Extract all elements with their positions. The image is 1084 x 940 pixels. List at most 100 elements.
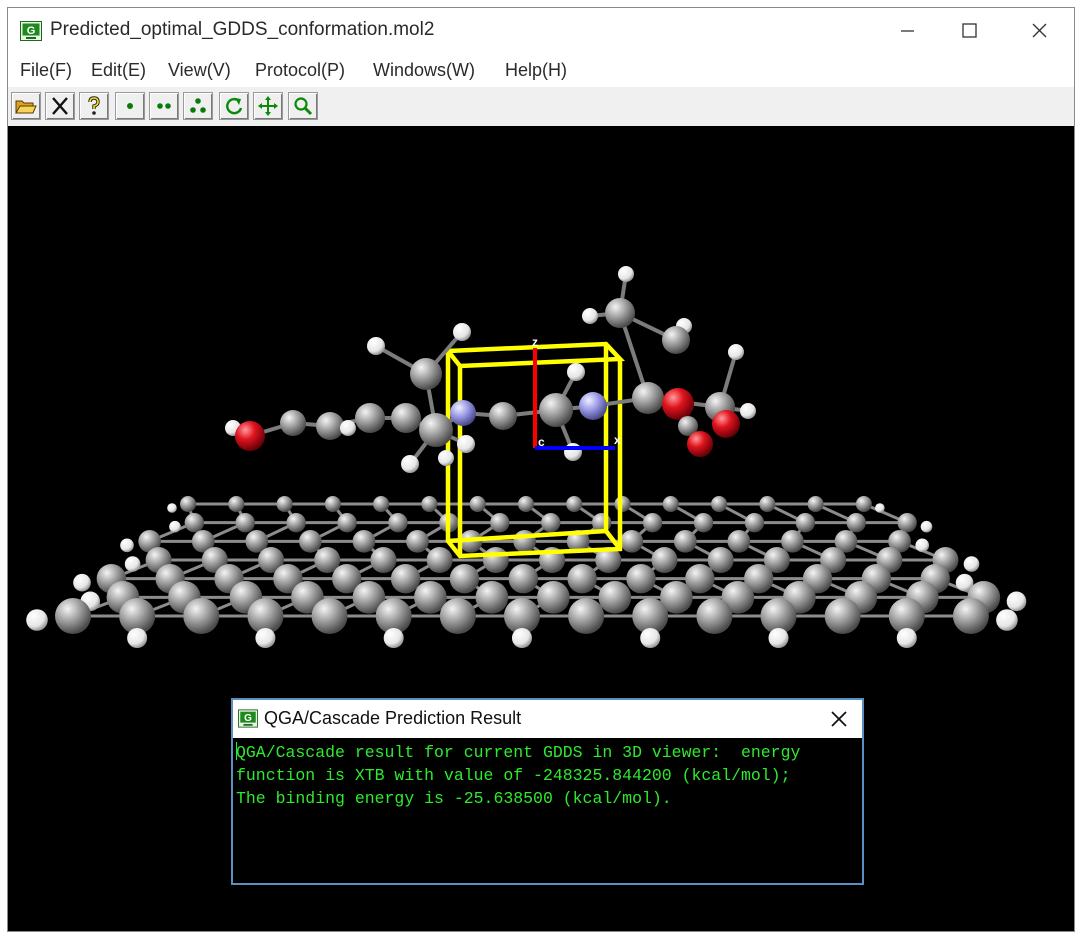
maximize-button[interactable] [946,14,992,48]
carbon-atom [390,564,421,594]
menu-windows[interactable]: Windows(W) [373,60,475,81]
minimize-button[interactable] [884,14,930,48]
open-file-button[interactable] [11,92,41,120]
open-folder-icon [15,100,37,114]
result-line-2: function is XTB with value of -248325.84… [236,766,791,785]
dialog-title-bar[interactable]: G QGA/Cascade Prediction Result [233,700,862,738]
hydrogen-atom [457,435,475,453]
carbon-atom [180,496,196,512]
carbon-atom [280,410,306,436]
single-atom-button[interactable] [115,92,145,120]
hydrogen-atom [1006,591,1027,612]
two-atom-button[interactable] [149,92,179,120]
carbon-atom [795,513,815,533]
close-icon [831,711,847,727]
menu-file[interactable]: File(F) [20,60,72,81]
hydrogen-atom [120,538,134,553]
svg-text:G: G [27,25,36,37]
carbon-atom [651,547,678,573]
carbon-atom [517,496,534,512]
carbon-atom [373,496,390,512]
oxygen-atom [687,431,713,457]
carbon-atom [566,496,583,512]
rotate-button[interactable] [219,92,249,120]
delete-button[interactable] [45,92,75,120]
hydrogen-atom [511,628,532,648]
hydrogen-atom [438,450,454,466]
result-text-area[interactable]: QGA/Cascade result for current GDDS in 3… [236,741,856,810]
carbon-atom [614,496,631,512]
carbon-atom [952,598,989,634]
hydrogen-atom [169,520,181,533]
three-atom-button[interactable] [183,92,213,120]
dialog-close-button[interactable] [825,705,853,733]
one-dot-icon [127,103,133,109]
carbon-atom [311,598,348,634]
carbon-atom [707,547,734,573]
menu-help[interactable]: Help(H) [505,60,567,81]
carbon-atom [55,598,91,634]
carbon-atom [482,547,509,573]
hydrogen-atom [124,556,141,572]
nitrogen-atom [450,400,476,426]
carbon-atom [508,564,538,594]
move-icon [258,96,278,116]
hydrogen-atom [567,363,585,381]
oxygen-atom [662,388,694,420]
hydrogen-atom [127,628,148,648]
hydrogen-atom [920,520,933,533]
hydrogen-atom [564,443,582,461]
hydrogen-atom [383,628,404,648]
title-bar[interactable]: G Predicted_optimal_GDDS_conformation.mo… [8,8,1074,54]
carbon-atom [626,564,656,594]
carbon-atom [324,496,341,512]
zoom-button[interactable] [288,92,318,120]
carbon-atom [539,393,573,427]
carbon-atom [228,496,245,512]
carbon-atom [541,513,561,533]
carbon-atom [662,326,690,354]
window-title: Predicted_optimal_GDDS_conformation.mol2 [50,19,435,40]
maximize-icon [962,23,977,38]
carbon-atom [568,598,605,634]
hydrogen-atom [453,323,471,341]
close-button[interactable] [1016,14,1062,48]
carbon-atom [693,513,714,533]
menu-protocol[interactable]: Protocol(P) [255,60,345,81]
carbon-atom [673,530,697,553]
rotate-icon [226,98,243,115]
menu-edit[interactable]: Edit(E) [91,60,146,81]
molecule-bonds [232,273,749,466]
hydrogen-atom [618,266,634,282]
carbon-atom [352,530,376,553]
3d-viewer[interactable]: z c x G QGA/Cascade Prediction Result QG… [8,126,1074,931]
help-button[interactable] [79,92,109,120]
carbon-atom [642,513,663,533]
carbon-atom [605,298,635,328]
dialog-title: QGA/Cascade Prediction Result [264,708,522,728]
hydrogen-atom [740,403,756,419]
carbon-atom [337,513,357,533]
help-question-icon [88,96,100,115]
hydrogen-atom [340,420,356,436]
prediction-result-dialog[interactable]: G QGA/Cascade Prediction Result QGA/Casc… [231,698,864,885]
hydrogen-atom [582,308,598,324]
nitrogen-atom [579,392,607,420]
toolbar [8,87,1074,127]
oxygen-atom [235,421,265,451]
hydrogen-atom [875,503,885,513]
carbon-atom [299,530,322,553]
axis-label-c: c [538,435,545,449]
move-button[interactable] [253,92,283,120]
carbon-atom [235,513,255,533]
carbon-atom [184,513,204,533]
three-dots-icon [190,98,206,113]
menu-view[interactable]: View(V) [168,60,231,81]
hydrogen-atom [768,628,789,648]
carbon-atom [489,402,517,430]
carbon-atom [316,412,344,440]
carbon-atom [662,496,679,512]
minimize-icon [901,30,914,32]
carbon-atom [355,403,385,433]
carbon-atom [620,530,644,553]
